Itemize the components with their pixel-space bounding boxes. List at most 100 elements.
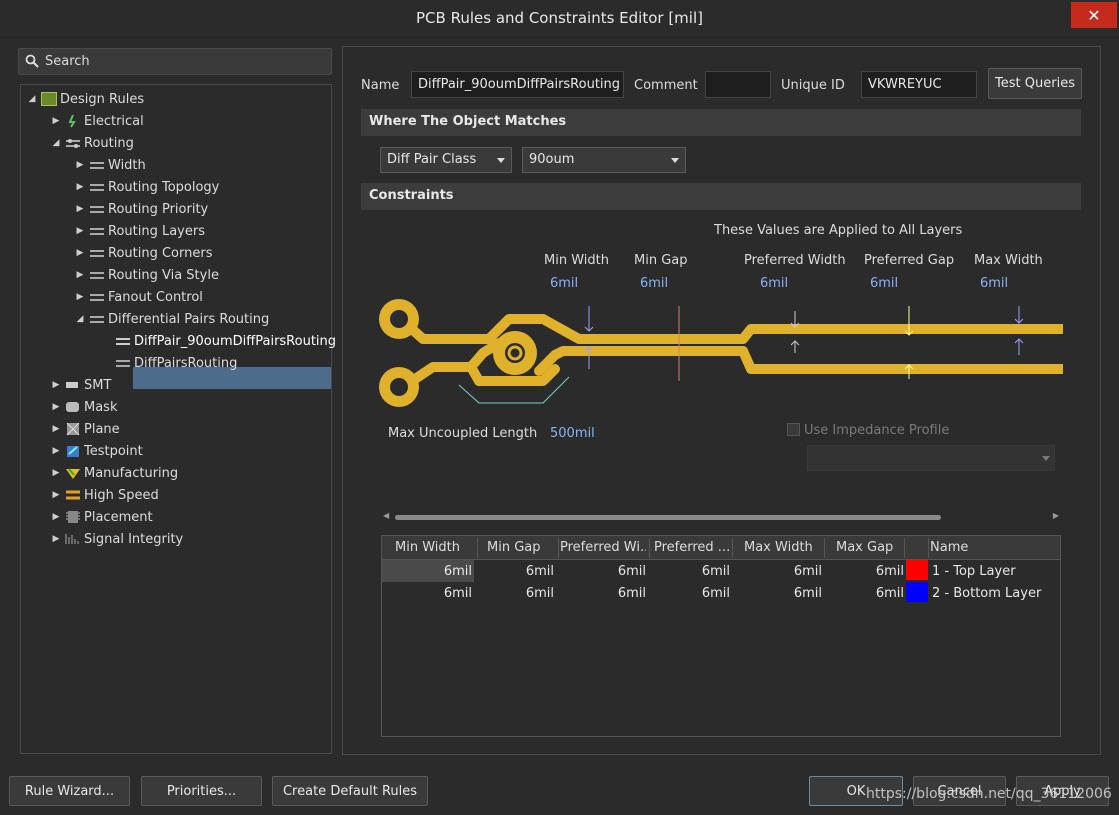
- routing-icon: [65, 136, 81, 150]
- min-width-value[interactable]: 6mil: [550, 276, 578, 291]
- close-icon: ✕: [1087, 5, 1101, 25]
- col-preferred-gap[interactable]: Preferred ...: [654, 540, 730, 555]
- rule-icon: [89, 246, 105, 260]
- table-header: Min Width Min Gap Preferred Wi... Prefer…: [382, 536, 1060, 560]
- column-divider[interactable]: [732, 538, 733, 558]
- scrollbar-thumb[interactable]: [395, 515, 941, 520]
- preferred-gap-value[interactable]: 6mil: [870, 276, 898, 291]
- chevron-down-icon: [1042, 456, 1050, 461]
- tree-node-routing[interactable]: ◢ Routing: [51, 133, 134, 153]
- collapsed-arrow-icon: ▶: [76, 160, 84, 170]
- column-divider[interactable]: [928, 538, 929, 558]
- tree-node-routing-priority[interactable]: ▶ Routing Priority: [75, 199, 209, 219]
- unique-id-field[interactable]: VKWREYUC: [861, 71, 977, 98]
- tree-node-routing-via-style[interactable]: ▶ Routing Via Style: [75, 265, 219, 285]
- tree-node-smt[interactable]: ▶ SMT: [51, 375, 112, 395]
- chevron-down-icon: [671, 158, 679, 163]
- col-max-width[interactable]: Max Width: [744, 540, 824, 555]
- cell-min-width[interactable]: 6mil: [382, 586, 472, 601]
- scroll-right-icon[interactable]: ▶: [1053, 511, 1059, 520]
- col-max-gap[interactable]: Max Gap: [836, 540, 900, 555]
- scroll-left-icon[interactable]: ◀: [383, 511, 389, 520]
- tree-node-signal-integrity[interactable]: ▶ Signal Integrity: [51, 529, 184, 549]
- cell-min-gap[interactable]: 6mil: [478, 586, 554, 601]
- rule-icon: [89, 290, 105, 304]
- max-width-value[interactable]: 6mil: [980, 276, 1008, 291]
- tree-node-diffpairsrouting[interactable]: DiffPairsRouting: [115, 353, 237, 373]
- use-impedance-checkbox[interactable]: [787, 423, 800, 436]
- max-width-label: Max Width: [974, 253, 1043, 268]
- tree-node-electrical[interactable]: ▶ Electrical: [51, 111, 144, 131]
- rule-wizard-button[interactable]: Rule Wizard...: [9, 776, 130, 806]
- tree-node-testpoint[interactable]: ▶ Testpoint: [51, 441, 143, 461]
- scope-type-dropdown[interactable]: Diff Pair Class: [380, 147, 512, 173]
- cell-preferred-width[interactable]: 6mil: [562, 586, 646, 601]
- collapsed-arrow-icon: ▶: [76, 248, 84, 258]
- applied-note: These Values are Applied to All Layers: [714, 223, 963, 238]
- col-preferred-width[interactable]: Preferred Wi...: [560, 540, 646, 555]
- tree-node-routing-corners[interactable]: ▶ Routing Corners: [75, 243, 213, 263]
- cell-max-width[interactable]: 6mil: [736, 564, 822, 579]
- test-queries-button[interactable]: Test Queries: [988, 68, 1082, 99]
- preferred-width-value[interactable]: 6mil: [760, 276, 788, 291]
- cell-max-width[interactable]: 6mil: [736, 586, 822, 601]
- window-title: PCB Rules and Constraints Editor [mil]: [416, 9, 703, 27]
- impedance-profile-dropdown[interactable]: [807, 445, 1055, 471]
- layer-constraints-table[interactable]: Min Width Min Gap Preferred Wi... Prefer…: [381, 535, 1061, 737]
- testpoint-icon: [65, 444, 81, 458]
- horizontal-scrollbar[interactable]: ◀ ▶: [383, 511, 1059, 523]
- collapsed-arrow-icon: ▶: [52, 402, 60, 412]
- column-divider[interactable]: [477, 538, 478, 558]
- scope-value-dropdown[interactable]: 90oum: [522, 147, 686, 173]
- rule-icon: [89, 312, 105, 326]
- tree-node-fanout-control[interactable]: ▶ Fanout Control: [75, 287, 203, 307]
- collapsed-arrow-icon: ▶: [52, 534, 60, 544]
- rule-icon: [89, 158, 105, 172]
- cell-preferred-width[interactable]: 6mil: [562, 564, 646, 579]
- tree-node-plane[interactable]: ▶ Plane: [51, 419, 120, 439]
- cell-max-gap[interactable]: 6mil: [828, 586, 904, 601]
- create-default-rules-button[interactable]: Create Default Rules: [272, 776, 428, 806]
- column-divider[interactable]: [904, 538, 905, 558]
- search-input[interactable]: Search: [18, 48, 332, 75]
- rule-editor-panel: Name DiffPair_90oumDiffPairsRouting Comm…: [342, 46, 1101, 755]
- tree-node-width[interactable]: ▶ Width: [75, 155, 146, 175]
- cell-preferred-gap[interactable]: 6mil: [652, 564, 730, 579]
- tree-node-differential-pairs-routing[interactable]: ◢ Differential Pairs Routing: [75, 309, 270, 329]
- comment-field[interactable]: [705, 71, 771, 98]
- tree-node-placement[interactable]: ▶ Placement: [51, 507, 153, 527]
- scope-type-value: Diff Pair Class: [387, 152, 477, 167]
- cell-preferred-gap[interactable]: 6mil: [652, 586, 730, 601]
- min-gap-value[interactable]: 6mil: [640, 276, 668, 291]
- tree-node-routing-layers[interactable]: ▶ Routing Layers: [75, 221, 205, 241]
- column-divider[interactable]: [558, 538, 559, 558]
- cell-max-gap[interactable]: 6mil: [828, 564, 904, 579]
- col-min-width[interactable]: Min Width: [395, 540, 475, 555]
- name-field[interactable]: DiffPair_90oumDiffPairsRouting: [411, 71, 624, 98]
- rule-icon: [89, 180, 105, 194]
- close-button[interactable]: ✕: [1071, 2, 1117, 28]
- tree-node-routing-topology[interactable]: ▶ Routing Topology: [75, 177, 220, 197]
- tree-node-diffpair-90oum[interactable]: DiffPair_90oumDiffPairsRouting: [115, 331, 336, 351]
- tree-node-manufacturing[interactable]: ▶ Manufacturing: [51, 463, 179, 483]
- rules-tree[interactable]: ◢ Design Rules ▶ Electrical ◢ Routing ▶ …: [20, 84, 336, 754]
- design-rules-icon: [41, 92, 57, 106]
- chevron-down-icon: [497, 158, 505, 163]
- tree-node-design-rules[interactable]: ◢ Design Rules: [27, 89, 145, 109]
- column-divider[interactable]: [824, 538, 825, 558]
- max-uncoupled-value[interactable]: 500mil: [550, 426, 595, 441]
- smt-icon: [65, 378, 81, 392]
- priorities-button[interactable]: Priorities...: [141, 776, 262, 806]
- collapsed-arrow-icon: ▶: [52, 380, 60, 390]
- col-min-gap[interactable]: Min Gap: [487, 540, 557, 555]
- tree-node-mask[interactable]: ▶ Mask: [51, 397, 118, 417]
- placement-icon: [65, 510, 81, 524]
- cell-layer-name[interactable]: 2 - Bottom Layer: [932, 586, 1041, 601]
- cell-min-gap[interactable]: 6mil: [478, 564, 554, 579]
- column-divider[interactable]: [649, 538, 650, 558]
- cell-layer-name[interactable]: 1 - Top Layer: [932, 564, 1016, 579]
- cell-min-width[interactable]: 6mil: [382, 564, 472, 579]
- manufacturing-icon: [65, 466, 81, 480]
- tree-node-high-speed[interactable]: ▶ High Speed: [51, 485, 159, 505]
- col-name[interactable]: Name: [930, 540, 1050, 555]
